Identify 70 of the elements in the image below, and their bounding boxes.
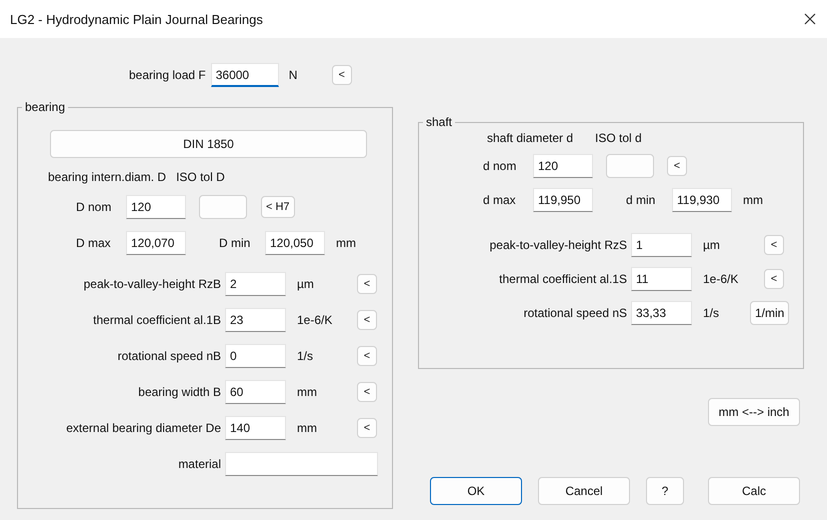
field-label: external bearing diameter De <box>65 421 221 435</box>
unit-label: 1e-6/K <box>296 313 334 327</box>
dialog-button[interactable]: OK <box>430 477 522 505</box>
field-label: bearing width B <box>137 385 221 399</box>
unit-label: mm <box>743 193 763 207</box>
window-title: LG2 - Hydrodynamic Plain Journal Bearings <box>10 12 263 26</box>
column-heading: ISO tol d <box>595 131 642 145</box>
input-field[interactable]: 120,050 <box>265 231 325 255</box>
dialog-button[interactable]: ? <box>646 477 684 505</box>
dialog-button[interactable]: Calc <box>708 477 800 505</box>
field-label: d nom <box>483 159 518 173</box>
lookup-button[interactable]: < <box>357 346 377 366</box>
close-icon[interactable] <box>804 13 816 25</box>
field-label: material <box>177 457 221 471</box>
unit-label: 1e-6/K <box>702 272 740 286</box>
field-label: thermal coefficient al.1S <box>498 272 627 286</box>
lookup-button[interactable]: < <box>764 235 784 255</box>
field-label: D min <box>219 236 252 250</box>
field-label: rotational speed nS <box>522 306 627 320</box>
input-field[interactable]: 36000 <box>210 63 279 87</box>
column-heading: ISO tol D <box>176 170 225 184</box>
lookup-button[interactable]: < <box>764 269 784 289</box>
input-field[interactable]: 1 <box>631 233 692 257</box>
dialog-button[interactable]: Cancel <box>538 477 630 505</box>
field-label: d max <box>483 193 517 207</box>
unit-label: mm <box>296 421 318 435</box>
input-field[interactable]: 11 <box>631 267 692 291</box>
input-field[interactable]: 23 <box>225 308 286 332</box>
lookup-button[interactable]: < <box>332 65 352 85</box>
input-field[interactable]: 33,33 <box>631 301 692 325</box>
input-field[interactable]: 2 <box>225 272 286 296</box>
unit-label: N <box>288 68 298 82</box>
field-label: peak-to-valley-height RzS <box>488 238 627 252</box>
unit-label: µm <box>702 238 721 252</box>
field-label: rotational speed nB <box>116 349 221 363</box>
tolerance-field[interactable] <box>199 195 247 219</box>
input-field[interactable]: 60 <box>225 380 286 404</box>
input-field[interactable]: 120 <box>533 154 593 178</box>
lookup-button[interactable]: < <box>357 418 377 438</box>
lookup-button[interactable]: < <box>357 310 377 330</box>
unit-label: mm <box>296 385 318 399</box>
field-label: d min <box>626 193 656 207</box>
input-field[interactable]: 140 <box>225 416 286 440</box>
field-label: thermal coefficient al.1B <box>92 313 221 327</box>
tolerance-button[interactable]: < <box>667 156 687 176</box>
group-title: bearing <box>25 100 66 114</box>
field-label: D max <box>76 236 112 250</box>
field-label: bearing load F <box>129 68 206 82</box>
field-label: D nom <box>76 200 112 214</box>
unit-label: 1/s <box>702 306 720 320</box>
input-field[interactable]: 120 <box>126 195 186 219</box>
input-field[interactable]: 120,070 <box>126 231 186 255</box>
group-title: shaft <box>426 115 452 129</box>
input-field[interactable]: 119,950 <box>533 188 593 212</box>
field-label: peak-to-valley-height RzB <box>82 277 221 291</box>
tolerance-field[interactable] <box>606 154 654 178</box>
input-field[interactable] <box>225 452 378 476</box>
lookup-button[interactable]: < <box>357 274 377 294</box>
unit-label: mm <box>336 236 356 250</box>
standard-button[interactable]: DIN 1850 <box>50 130 367 158</box>
lookup-button[interactable]: < <box>357 382 377 402</box>
column-heading: shaft diameter d <box>487 131 574 145</box>
input-field[interactable]: 0 <box>225 344 286 368</box>
tolerance-button[interactable]: < H7 <box>261 196 295 218</box>
lookup-button[interactable]: 1/min <box>750 301 790 325</box>
unit-label: 1/s <box>296 349 314 363</box>
input-field[interactable]: 119,930 <box>672 188 732 212</box>
column-heading: bearing intern.diam. D <box>48 170 166 184</box>
unit-label: µm <box>296 277 315 291</box>
unit-toggle-button[interactable]: mm <--> inch <box>708 398 800 426</box>
